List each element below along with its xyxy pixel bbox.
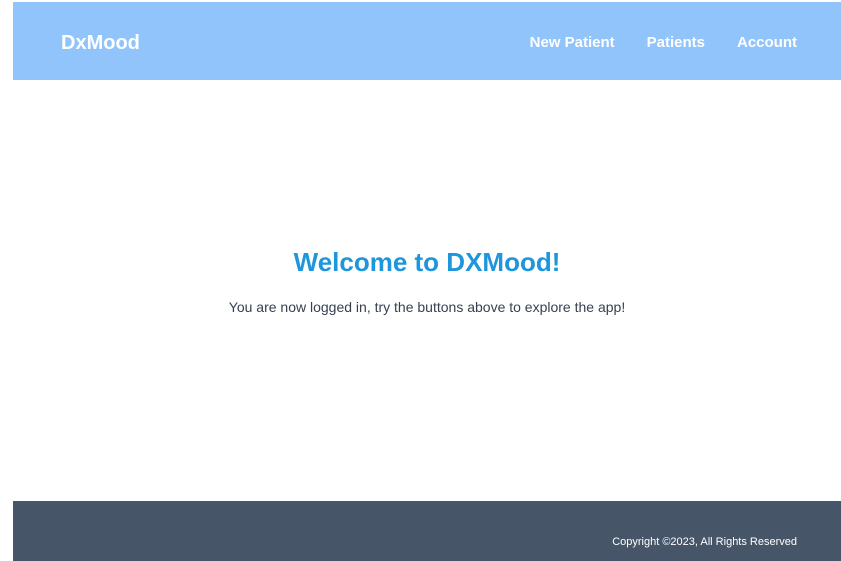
nav-link-patients[interactable]: Patients (647, 33, 705, 53)
nav-links: New Patient Patients Account (530, 33, 797, 53)
nav-link-new-patient[interactable]: New Patient (530, 33, 615, 53)
page: DxMood New Patient Patients Account Welc… (0, 0, 841, 561)
page-footer: Copyright ©2023, All Rights Reserved (13, 501, 841, 561)
nav-link-account[interactable]: Account (737, 33, 797, 53)
main-content: Welcome to DXMood! You are now logged in… (13, 80, 841, 501)
welcome-heading: Welcome to DXMood! (293, 247, 561, 277)
copyright-text: Copyright ©2023, All Rights Reserved (612, 536, 797, 548)
welcome-message: You are now logged in, try the buttons a… (228, 299, 626, 315)
top-navbar: DxMood New Patient Patients Account (13, 2, 841, 80)
brand-logo-link[interactable]: DxMood (61, 31, 140, 55)
